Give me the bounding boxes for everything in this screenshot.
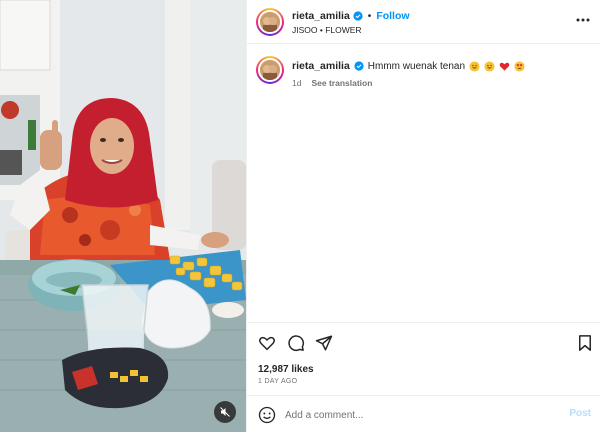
author-row: rieta_amilia • Follow [292, 10, 410, 22]
audio-label[interactable]: JISOO • FLOWER [292, 25, 362, 35]
author-username[interactable]: rieta_amilia [292, 10, 350, 22]
emoji-picker-icon[interactable] [258, 406, 276, 424]
likes-count[interactable]: 12,987 likes [258, 364, 314, 375]
comment-input[interactable] [285, 405, 555, 425]
author-avatar[interactable] [256, 8, 284, 36]
follow-button[interactable]: Follow [376, 10, 409, 22]
separator-dot: • [367, 10, 372, 22]
caption-text: Hmmm wuenak tenan [367, 60, 466, 72]
verified-badge-icon [353, 11, 363, 21]
avatar-image [260, 12, 280, 32]
avatar-image [260, 60, 280, 80]
more-horizontal-icon [576, 18, 590, 22]
send-icon[interactable] [315, 334, 333, 352]
post-details-panel: rieta_amilia • Follow JISOO • FLOWER rie… [246, 0, 600, 432]
mute-toggle-button[interactable] [214, 401, 236, 423]
caption: rieta_amilia Hmmm wuenak tenan [292, 60, 525, 72]
verified-badge-icon [354, 61, 364, 71]
post-header: rieta_amilia • Follow JISOO • FLOWER [247, 0, 600, 44]
caption-meta: 1d See translation [292, 78, 372, 88]
more-options-button[interactable] [575, 12, 591, 28]
action-bar [247, 322, 600, 362]
muted-speaker-icon [220, 407, 230, 417]
comment-bar: Post [247, 395, 600, 432]
caption-timestamp[interactable]: 1d [292, 78, 301, 88]
post-date[interactable]: 1 DAY AGO [258, 378, 297, 385]
post-video[interactable] [0, 0, 246, 432]
video-frame [0, 0, 246, 432]
see-translation-link[interactable]: See translation [311, 78, 372, 88]
grinning-face-emoji-icon [469, 60, 480, 72]
caption-author-avatar[interactable] [256, 56, 284, 84]
bookmark-icon[interactable] [576, 334, 594, 352]
heart-icon[interactable] [258, 334, 276, 352]
caption-username[interactable]: rieta_amilia [292, 60, 350, 72]
post-comment-button[interactable]: Post [569, 408, 591, 419]
comment-icon[interactable] [287, 334, 305, 352]
grinning-face-emoji-icon [484, 60, 495, 72]
red-heart-emoji-icon [499, 62, 510, 71]
heart-eyes-emoji-icon [514, 60, 525, 72]
